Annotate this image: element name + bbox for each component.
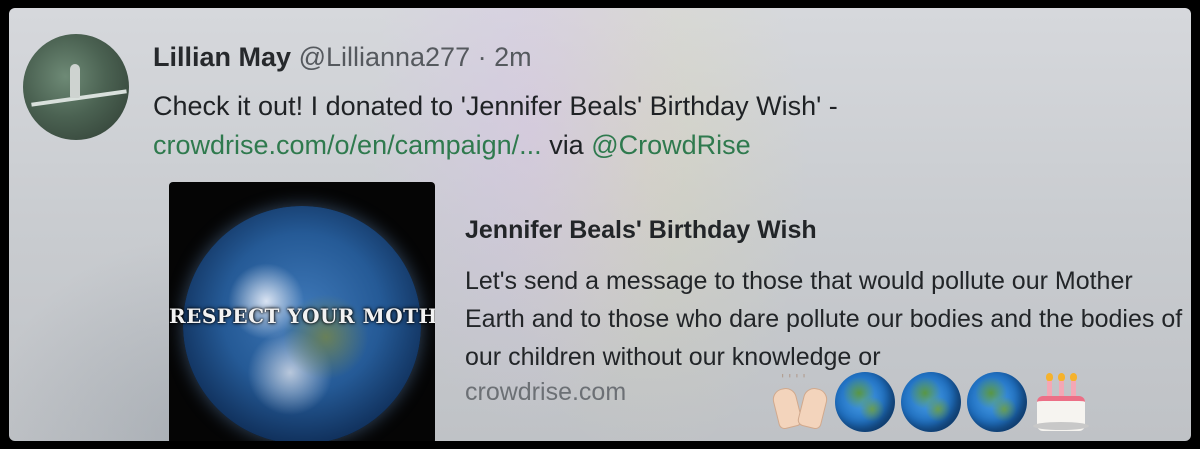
candle [1070,373,1077,396]
raised-hands-icon: ' ' ' ' [769,372,830,432]
card-title[interactable]: Jennifer Beals' Birthday Wish [465,216,817,245]
via-label: via [549,130,584,160]
card-description: Let's send a message to those that would… [465,267,1183,371]
card-image-caption: RESPECT YOUR MOTHER [169,304,435,328]
globe-americas-icon [967,372,1027,432]
sparkle-marks: ' ' ' ' [781,372,806,386]
candle [1046,373,1053,396]
globe-americas-icon [901,372,961,432]
tweet-timestamp[interactable]: 2m [494,42,532,72]
tweet-body: Check it out! I donated to 'Jennifer Bea… [153,91,838,121]
link-card[interactable]: RESPECT YOUR MOTHER Jennifer Beals' Birt… [169,182,1182,441]
card-image[interactable]: RESPECT YOUR MOTHER [169,182,435,441]
cake-plate [1033,422,1089,430]
right-hand [796,385,830,431]
candle [1058,373,1065,396]
avatar-person [70,64,80,98]
crowdrise-mention[interactable]: @CrowdRise [591,130,750,160]
avatar[interactable] [23,34,129,140]
author-name[interactable]: Lillian May [153,42,291,72]
campaign-link[interactable]: crowdrise.com/o/en/campaign/... [153,130,542,160]
tweet-header: Lillian May @Lillianna277 · 2m [153,42,532,73]
card-domain[interactable]: crowdrise.com [465,378,626,407]
globe-americas-icon [835,372,895,432]
author-handle[interactable]: @Lillianna277 [299,42,471,72]
header-separator: · [477,42,487,72]
birthday-cake-icon [1031,372,1091,432]
tweet-text: Check it out! I donated to 'Jennifer Bea… [153,87,1173,165]
tweet-frame: Lillian May @Lillianna277 · 2m Check it … [9,8,1191,441]
